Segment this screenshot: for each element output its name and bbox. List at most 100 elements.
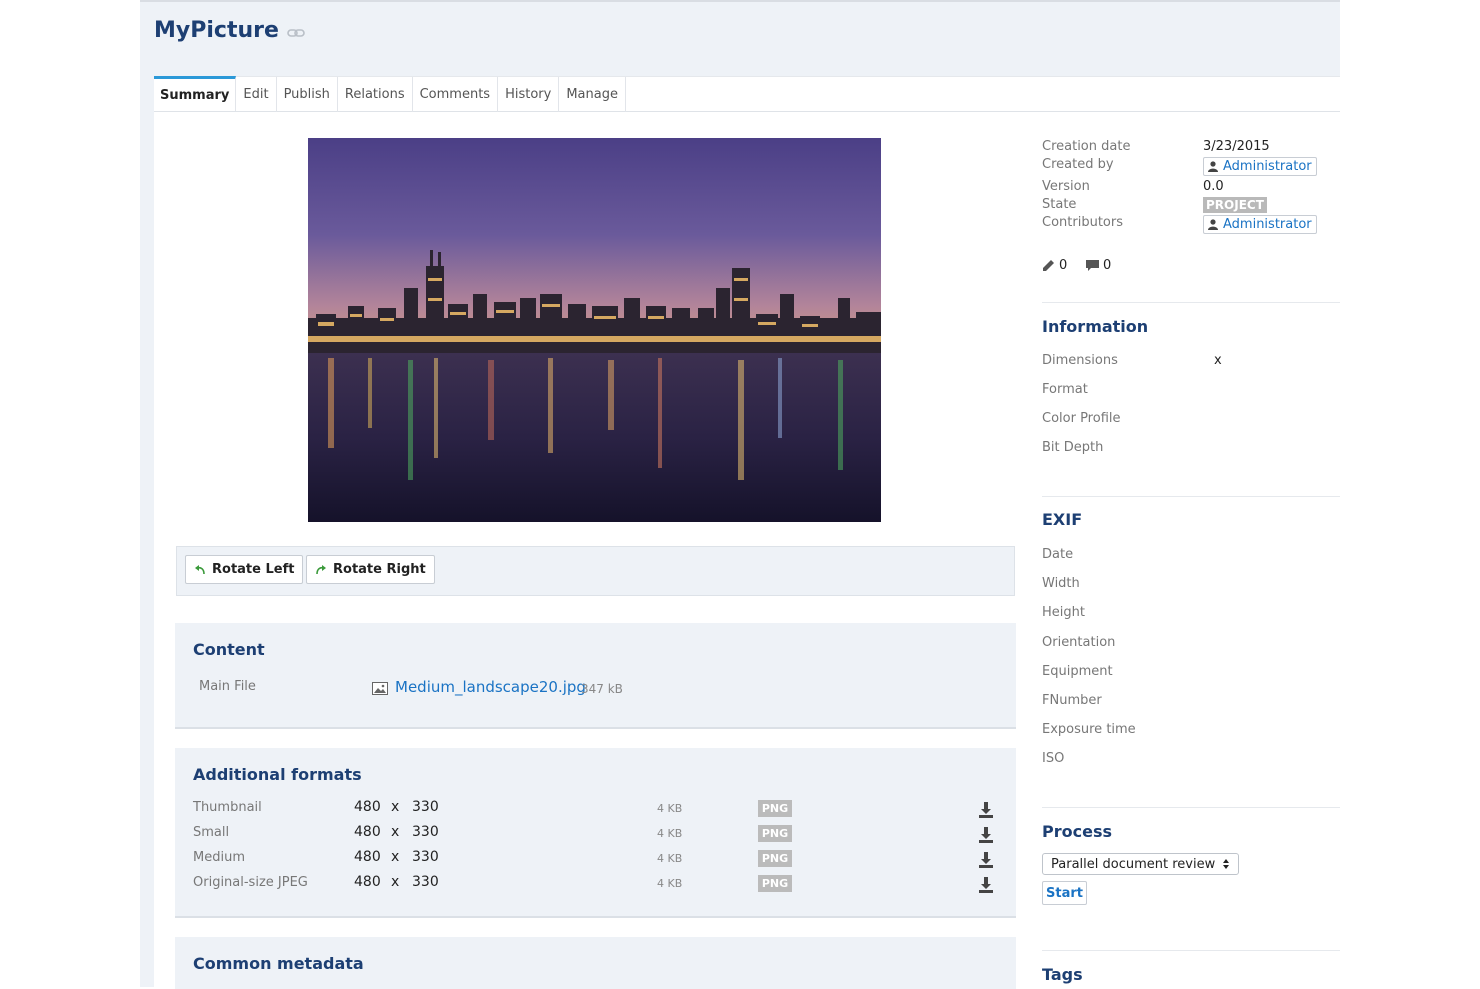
format-height: 330 [412,849,439,865]
tab-comments[interactable]: Comments [413,77,499,112]
state-label: State [1042,197,1077,212]
dimensions-value: x [1214,353,1222,368]
divider [1042,302,1340,303]
rotate-right-label: Rotate Right [333,562,426,577]
creation-date-value: 3/23/2015 [1203,139,1270,154]
exif-exposure-label: Exposure time [1042,722,1136,737]
download-icon[interactable] [979,877,993,893]
rotate-left-button[interactable]: Rotate Left [185,555,304,584]
comment-count-value: 0 [1103,258,1112,273]
format-type-badge: PNG [758,875,792,892]
tab-manage[interactable]: Manage [559,77,626,112]
comment-icon [1086,259,1099,271]
created-by-name: Administrator [1223,159,1312,174]
created-by-label: Created by [1042,157,1114,172]
exif-equipment-label: Equipment [1042,664,1113,679]
main-file-label: Main File [199,679,256,694]
divider [1042,807,1340,808]
format-x: x [391,849,400,865]
rotate-right-button[interactable]: Rotate Right [306,555,435,584]
format-size: 4 KB [657,802,683,815]
dimensions-label: Dimensions [1042,353,1118,368]
format-name: Original-size JPEG [193,875,308,890]
main-file-size: 347 kB [581,682,623,696]
contributors-label: Contributors [1042,215,1123,230]
tab-history[interactable]: History [498,77,560,112]
picture-preview [308,138,881,522]
format-label: Format [1042,382,1088,397]
main-file-link[interactable]: Medium_landscape20.jpg [395,678,586,696]
edit-count-value: 0 [1059,258,1068,273]
exif-title: EXIF [1042,510,1083,529]
download-icon[interactable] [979,852,993,868]
format-width: 480 [354,849,381,865]
exif-height-label: Height [1042,605,1085,620]
tab-bar: Summary Edit Publish Relations Comments … [154,76,1340,112]
content-panel: Content Main File Medium_landscape20.jpg… [175,623,1016,729]
tab-summary[interactable]: Summary [154,76,237,111]
format-width: 480 [354,824,381,840]
format-x: x [391,874,400,890]
format-name: Medium [193,850,245,865]
rotate-left-icon [195,564,205,574]
format-size: 4 KB [657,877,683,890]
format-height: 330 [412,874,439,890]
creation-date-label: Creation date [1042,139,1131,154]
image-file-icon [372,682,388,695]
document-frame: MyPicture Summary Edit Publish Relations… [140,0,1340,989]
format-type-badge: PNG [758,800,792,817]
state-badge: PROJECT [1203,197,1267,213]
created-by-user[interactable]: Administrator [1203,157,1317,176]
page-title: MyPicture [154,18,279,43]
format-name: Thumbnail [193,800,262,815]
tags-title: Tags [1042,965,1083,984]
color-profile-label: Color Profile [1042,411,1121,426]
additional-formats-panel: Additional formats Thumbnail 480 x 330 4… [175,748,1016,918]
format-name: Small [193,825,230,840]
permalink-icon[interactable] [287,28,305,38]
download-icon[interactable] [979,827,993,843]
common-metadata-title: Common metadata [193,954,364,973]
page-title-row: MyPicture [154,18,305,43]
exif-orientation-label: Orientation [1042,635,1116,650]
user-icon [1208,219,1218,230]
start-process-button[interactable]: Start [1042,881,1087,905]
format-size: 4 KB [657,852,683,865]
exif-width-label: Width [1042,576,1080,591]
user-icon [1208,161,1218,172]
select-arrows-icon [1223,859,1229,869]
process-select[interactable]: Parallel document review [1042,853,1239,875]
format-type-badge: PNG [758,850,792,867]
bit-depth-label: Bit Depth [1042,440,1104,455]
additional-formats-title: Additional formats [193,765,362,784]
download-icon[interactable] [979,802,993,818]
format-width: 480 [354,799,381,815]
version-value: 0.0 [1203,179,1224,194]
version-label: Version [1042,179,1090,194]
main-content: Summary Edit Publish Relations Comments … [154,76,1340,989]
divider [1042,950,1340,951]
exif-date-label: Date [1042,547,1074,562]
pencil-icon [1043,260,1054,271]
format-size: 4 KB [657,827,683,840]
rotate-toolbar: Rotate Left Rotate Right [176,546,1015,596]
exif-fnumber-label: FNumber [1042,693,1102,708]
edit-count: 0 [1042,258,1067,273]
content-title: Content [193,640,265,659]
rotate-right-icon [316,564,326,574]
tab-edit[interactable]: Edit [236,77,277,112]
contributor-user[interactable]: Administrator [1203,215,1317,234]
tab-relations[interactable]: Relations [338,77,413,112]
format-x: x [391,824,400,840]
comment-count: 0 [1086,258,1111,273]
process-title: Process [1042,822,1112,841]
tab-publish[interactable]: Publish [277,77,338,112]
format-x: x [391,799,400,815]
rotate-left-label: Rotate Left [212,562,295,577]
format-height: 330 [412,824,439,840]
format-width: 480 [354,874,381,890]
format-type-badge: PNG [758,825,792,842]
format-height: 330 [412,799,439,815]
exif-iso-label: ISO [1042,751,1065,766]
information-title: Information [1042,317,1149,336]
